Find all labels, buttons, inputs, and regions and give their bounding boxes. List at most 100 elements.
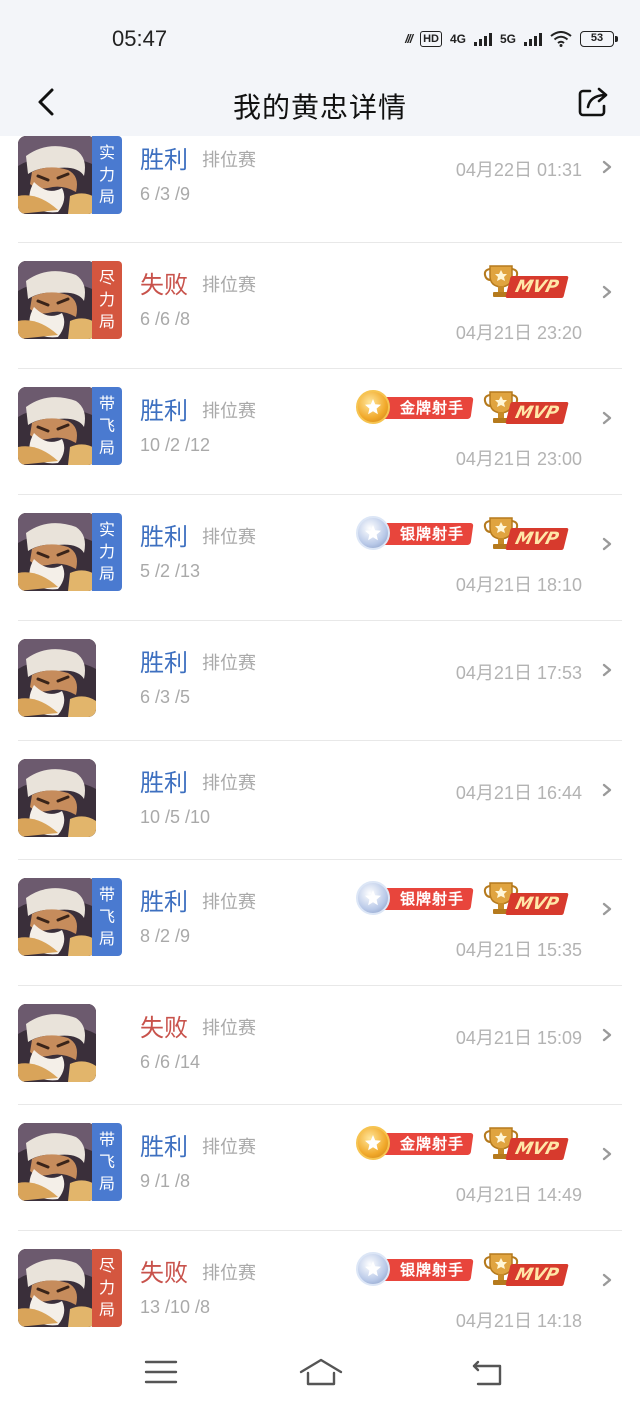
- hd-icon: HD: [420, 31, 442, 47]
- match-tag-char: 实: [98, 520, 115, 539]
- match-date: 04月21日 23:00: [455, 449, 582, 469]
- match-result: 胜利: [140, 769, 188, 797]
- match-badges: 金牌射手 MVP: [356, 1123, 569, 1163]
- match-tag-char: 局: [98, 312, 115, 331]
- match-mode: 排位赛: [202, 527, 256, 548]
- match-row[interactable]: 胜利 排位赛 10 /5 /10 04月21日 16:44: [0, 741, 640, 860]
- hero-avatar: [18, 878, 96, 956]
- mvp-badge: MVP: [482, 514, 569, 552]
- match-tag-char: 带: [98, 1130, 115, 1149]
- medal-label: 金牌射手: [399, 399, 464, 417]
- match-row[interactable]: 带飞局胜利 排位赛 10 /2 /12 金牌射手 MVP 04月21日 23:00: [0, 369, 640, 495]
- medal-label: 金牌射手: [399, 1135, 464, 1153]
- match-result: 胜利: [140, 397, 188, 425]
- hero-portrait-image: [18, 387, 96, 465]
- mvp-label: MVP: [505, 402, 569, 424]
- match-date: 04月21日 16:44: [455, 783, 582, 803]
- match-date: 04月22日 01:31: [455, 160, 582, 180]
- hero-avatar: [18, 1249, 96, 1327]
- match-tag-char: 飞: [98, 907, 115, 926]
- match-result: 失败: [140, 1014, 188, 1042]
- share-button[interactable]: [574, 82, 614, 122]
- return-button[interactable]: [468, 1354, 508, 1390]
- mvp-badge: MVP: [482, 388, 569, 426]
- gold-shooter-badge: 金牌射手: [356, 390, 474, 424]
- home-icon: [299, 1358, 343, 1386]
- silver-medal-icon: [356, 516, 390, 550]
- signal-bars-icon: [524, 32, 542, 46]
- hero-avatar: [18, 759, 96, 837]
- match-tag-char: 尽: [98, 1256, 115, 1275]
- match-tag-char: 飞: [98, 416, 115, 435]
- mvp-label: MVP: [505, 1138, 569, 1160]
- match-date: 04月21日 18:10: [455, 575, 582, 595]
- silver-medal-icon: [356, 1252, 390, 1286]
- menu-icon: [144, 1360, 178, 1384]
- match-row[interactable]: 带飞局胜利 排位赛 8 /2 /9 银牌射手 MVP 04月21日 15:35: [0, 860, 640, 986]
- hero-portrait-image: [18, 513, 96, 591]
- hero-portrait-image: [18, 136, 96, 214]
- match-row[interactable]: 胜利 排位赛 6 /3 /5 04月21日 17:53: [0, 621, 640, 741]
- match-row[interactable]: 实力局胜利 排位赛 6 /3 /9 04月22日 01:31: [0, 118, 640, 243]
- chevron-right-icon: [602, 1147, 612, 1161]
- match-tag-char: 带: [98, 394, 115, 413]
- match-mode: 排位赛: [202, 892, 256, 913]
- medal-label: 银牌射手: [399, 1261, 464, 1279]
- match-tag-char: 力: [98, 1278, 115, 1297]
- status-time: 05:47: [112, 26, 168, 51]
- home-button[interactable]: [298, 1354, 344, 1390]
- match-tag: 尽力局: [92, 1249, 122, 1327]
- match-mode: 排位赛: [202, 773, 256, 794]
- match-badges: 银牌射手 MVP: [356, 513, 569, 553]
- match-kda: 8 /2 /9: [140, 926, 191, 946]
- match-row[interactable]: 实力局胜利 排位赛 5 /2 /13 银牌射手 MVP 04月21日 18:10: [0, 495, 640, 621]
- match-tag: 带飞局: [92, 1123, 122, 1201]
- match-tag-char: 力: [98, 542, 115, 561]
- status-bar: 05:47 /// HD 4G 5G 53: [0, 0, 640, 70]
- match-tag-char: 力: [98, 165, 115, 184]
- match-mode: 排位赛: [202, 1018, 256, 1039]
- chevron-right-icon: [602, 411, 612, 425]
- hero-avatar: [18, 1123, 96, 1201]
- mvp-badge: MVP: [482, 262, 569, 300]
- share-icon: [578, 87, 608, 117]
- wifi-icon: [550, 31, 572, 47]
- match-tag-char: 带: [98, 885, 115, 904]
- silver-shooter-badge: 银牌射手: [356, 1252, 474, 1286]
- match-date: 04月21日 23:20: [455, 323, 582, 343]
- match-row[interactable]: 失败 排位赛 6 /6 /14 04月21日 15:09: [0, 986, 640, 1105]
- match-result: 失败: [140, 1259, 188, 1287]
- match-mode: 排位赛: [202, 1137, 256, 1158]
- match-row[interactable]: 带飞局胜利 排位赛 9 /1 /8 金牌射手 MVP 04月21日 14:49: [0, 1105, 640, 1231]
- mvp-badge: MVP: [482, 879, 569, 917]
- match-mode: 排位赛: [202, 150, 256, 171]
- hero-avatar: [18, 639, 96, 717]
- match-row[interactable]: 尽力局失败 排位赛 13 /10 /8 银牌射手 MVP 04月21日 14:18: [0, 1231, 640, 1337]
- star-icon: [365, 525, 381, 541]
- hero-portrait-image: [18, 759, 96, 837]
- match-kda: 6 /6 /14: [140, 1052, 201, 1072]
- hero-portrait-image: [18, 1004, 96, 1082]
- match-row[interactable]: 尽力局失败 排位赛 6 /6 /8 MVP 04月21日 23:20: [0, 243, 640, 369]
- match-tag-char: 局: [98, 438, 115, 457]
- match-tag: 尽力局: [92, 261, 122, 339]
- match-date: 04月21日 14:49: [455, 1185, 582, 1205]
- match-kda: 5 /2 /13: [140, 561, 201, 581]
- hero-portrait-image: [18, 261, 96, 339]
- hero-avatar: [18, 136, 96, 214]
- match-tag-char: 局: [98, 564, 115, 583]
- star-icon: [365, 890, 381, 906]
- menu-button[interactable]: [142, 1354, 182, 1390]
- network-4g-label: 4G: [449, 32, 466, 46]
- mvp-badge: MVP: [482, 1124, 569, 1162]
- system-nav-bar: [0, 1336, 640, 1408]
- match-mode: 排位赛: [202, 653, 256, 674]
- match-result: 胜利: [140, 649, 188, 677]
- hero-portrait-image: [18, 878, 96, 956]
- match-result: 失败: [140, 271, 188, 299]
- chevron-right-icon: [602, 537, 612, 551]
- star-icon: [365, 399, 381, 415]
- gold-shooter-badge: 金牌射手: [356, 1126, 474, 1160]
- medal-label: 银牌射手: [399, 890, 464, 908]
- mvp-label: MVP: [505, 528, 569, 550]
